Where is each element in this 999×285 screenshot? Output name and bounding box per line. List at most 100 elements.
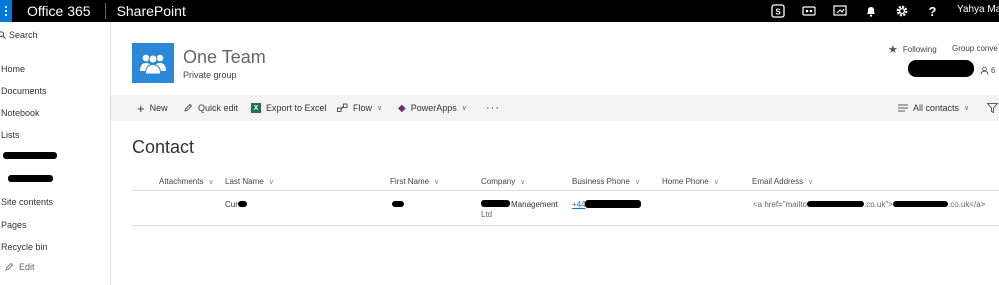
more-button[interactable]: ··· [486,95,500,121]
pencil-icon [5,262,14,271]
chevron-down-icon: ∨ [964,105,970,112]
nav-item-notebook[interactable]: Notebook [1,108,40,118]
list-title: Contact [132,137,195,157]
site-privacy: Private group [183,70,237,80]
help-icon[interactable]: ? [917,0,948,22]
filter-button[interactable] [987,95,999,121]
suite-icons: S ? [762,0,948,22]
nav-edit-label: Edit [19,262,35,272]
nav-search[interactable]: Search [0,30,38,40]
view-label: All contacts [913,103,960,113]
redacted-first-name [392,201,404,207]
new-button[interactable]: + New [137,95,168,121]
svg-text:S: S [775,8,781,17]
nav-edit-button[interactable]: Edit [4,262,35,272]
left-nav: Search Home Documents Notebook Lists Sit… [0,22,111,285]
skype-icon[interactable]: S [762,0,793,22]
chevron-down-icon: ∨ [434,178,440,186]
column-label: Company [481,177,516,186]
site-title[interactable]: One Team [183,47,266,68]
column-label: Home Phone [662,177,709,186]
group-people-icon [140,54,166,75]
nav-item-pages[interactable]: Pages [1,220,27,230]
column-header-company[interactable]: Company ∨ [481,177,525,186]
row-divider [132,225,999,226]
column-label: First Name [390,177,430,186]
nav-item-lists[interactable]: Lists [1,130,20,140]
flow-button[interactable]: Flow ∨ [337,95,382,121]
cell-business-phone-link[interactable]: +44 [572,200,586,209]
nav-item-recycle-bin[interactable]: Recycle bin [1,242,48,252]
redacted-nav-item[interactable] [3,152,57,159]
members-count: 6 [991,66,996,75]
column-label: Business Phone [572,177,630,186]
quick-edit-button[interactable]: Quick edit [183,95,238,121]
flow-label: Flow [353,103,373,113]
redacted-phone [585,200,641,208]
chevron-down-icon: ∨ [461,105,467,112]
redacted-email [807,201,864,207]
suite-bar: Office 365 SharePoint S ? Yahya Mar [0,0,999,22]
redacted-text [481,200,510,207]
cell-email-part1: <a href="mailto: [753,200,810,209]
chevron-down-icon: ∨ [634,178,640,186]
column-header-last-name[interactable]: Last Name ∨ [225,177,274,186]
cell-last-name[interactable]: Cur [225,200,238,209]
view-selector[interactable]: All contacts ∨ [898,95,969,121]
redacted-text [238,201,247,207]
column-label: Last Name [225,177,264,186]
column-header-first-name[interactable]: First Name ∨ [390,177,439,186]
following-button[interactable]: ★ Following [888,43,937,56]
office365-brand[interactable]: Office 365 [12,3,105,19]
column-label: Attachments [159,177,204,186]
column-label: Email Address [752,177,804,186]
column-header-home-phone[interactable]: Home Phone ∨ [662,177,719,186]
cell-company: Management [511,200,558,209]
user-name[interactable]: Yahya Mar [957,4,999,15]
nav-search-label: Search [9,30,38,40]
chevron-down-icon: ∨ [713,178,719,186]
plus-icon: + [137,100,145,116]
nav-item-site-contents[interactable]: Site contents [1,197,53,207]
redacted-email [893,201,948,207]
chevron-down-icon: ∨ [520,178,526,186]
video-icon[interactable] [793,0,824,22]
export-label: Export to Excel [266,103,327,113]
cell-email-part2: .co.uk"> [864,200,893,209]
command-bar: + New Quick edit X Export to Excel Flow … [111,95,999,121]
gear-icon[interactable] [886,0,917,22]
powerapps-button[interactable]: ◆ PowerApps ∨ [398,95,467,121]
export-excel-button[interactable]: X Export to Excel [251,95,327,121]
waffle-icon [5,5,7,17]
redacted-member-avatars [908,60,974,77]
nav-item-documents[interactable]: Documents [1,86,47,96]
redacted-nav-item[interactable] [8,175,53,182]
new-label: New [149,103,168,113]
view-lines-icon [898,104,908,112]
bell-icon[interactable] [855,0,886,22]
app-launcher-button[interactable] [0,0,12,22]
chevron-down-icon: ∨ [268,178,274,186]
cell-email-part3: .co.uk</a> [948,200,986,209]
chevron-down-icon: ∨ [808,178,814,186]
flow-icon [337,103,348,113]
following-label: Following [902,45,937,54]
search-icon [0,31,6,39]
column-header-email-address[interactable]: Email Address ∨ [752,177,813,186]
presentation-icon[interactable] [824,0,855,22]
column-header-attachments[interactable]: Attachments ∨ [159,177,214,186]
members-button[interactable]: 6 [980,66,995,75]
nav-item-home[interactable]: Home [1,64,25,74]
quick-edit-label: Quick edit [198,103,239,113]
column-header-business-phone[interactable]: Business Phone ∨ [572,177,640,186]
excel-icon: X [251,103,261,113]
filter-icon [987,103,998,113]
person-icon [980,66,989,75]
group-conversations-link[interactable]: Group conve [952,44,998,53]
sharepoint-app-name[interactable]: SharePoint [106,3,186,19]
chevron-down-icon: ∨ [377,105,383,112]
cell-company-line2: Ltd [481,210,493,219]
site-logo[interactable] [132,43,174,83]
star-icon: ★ [888,44,898,56]
chevron-down-icon: ∨ [208,178,214,186]
